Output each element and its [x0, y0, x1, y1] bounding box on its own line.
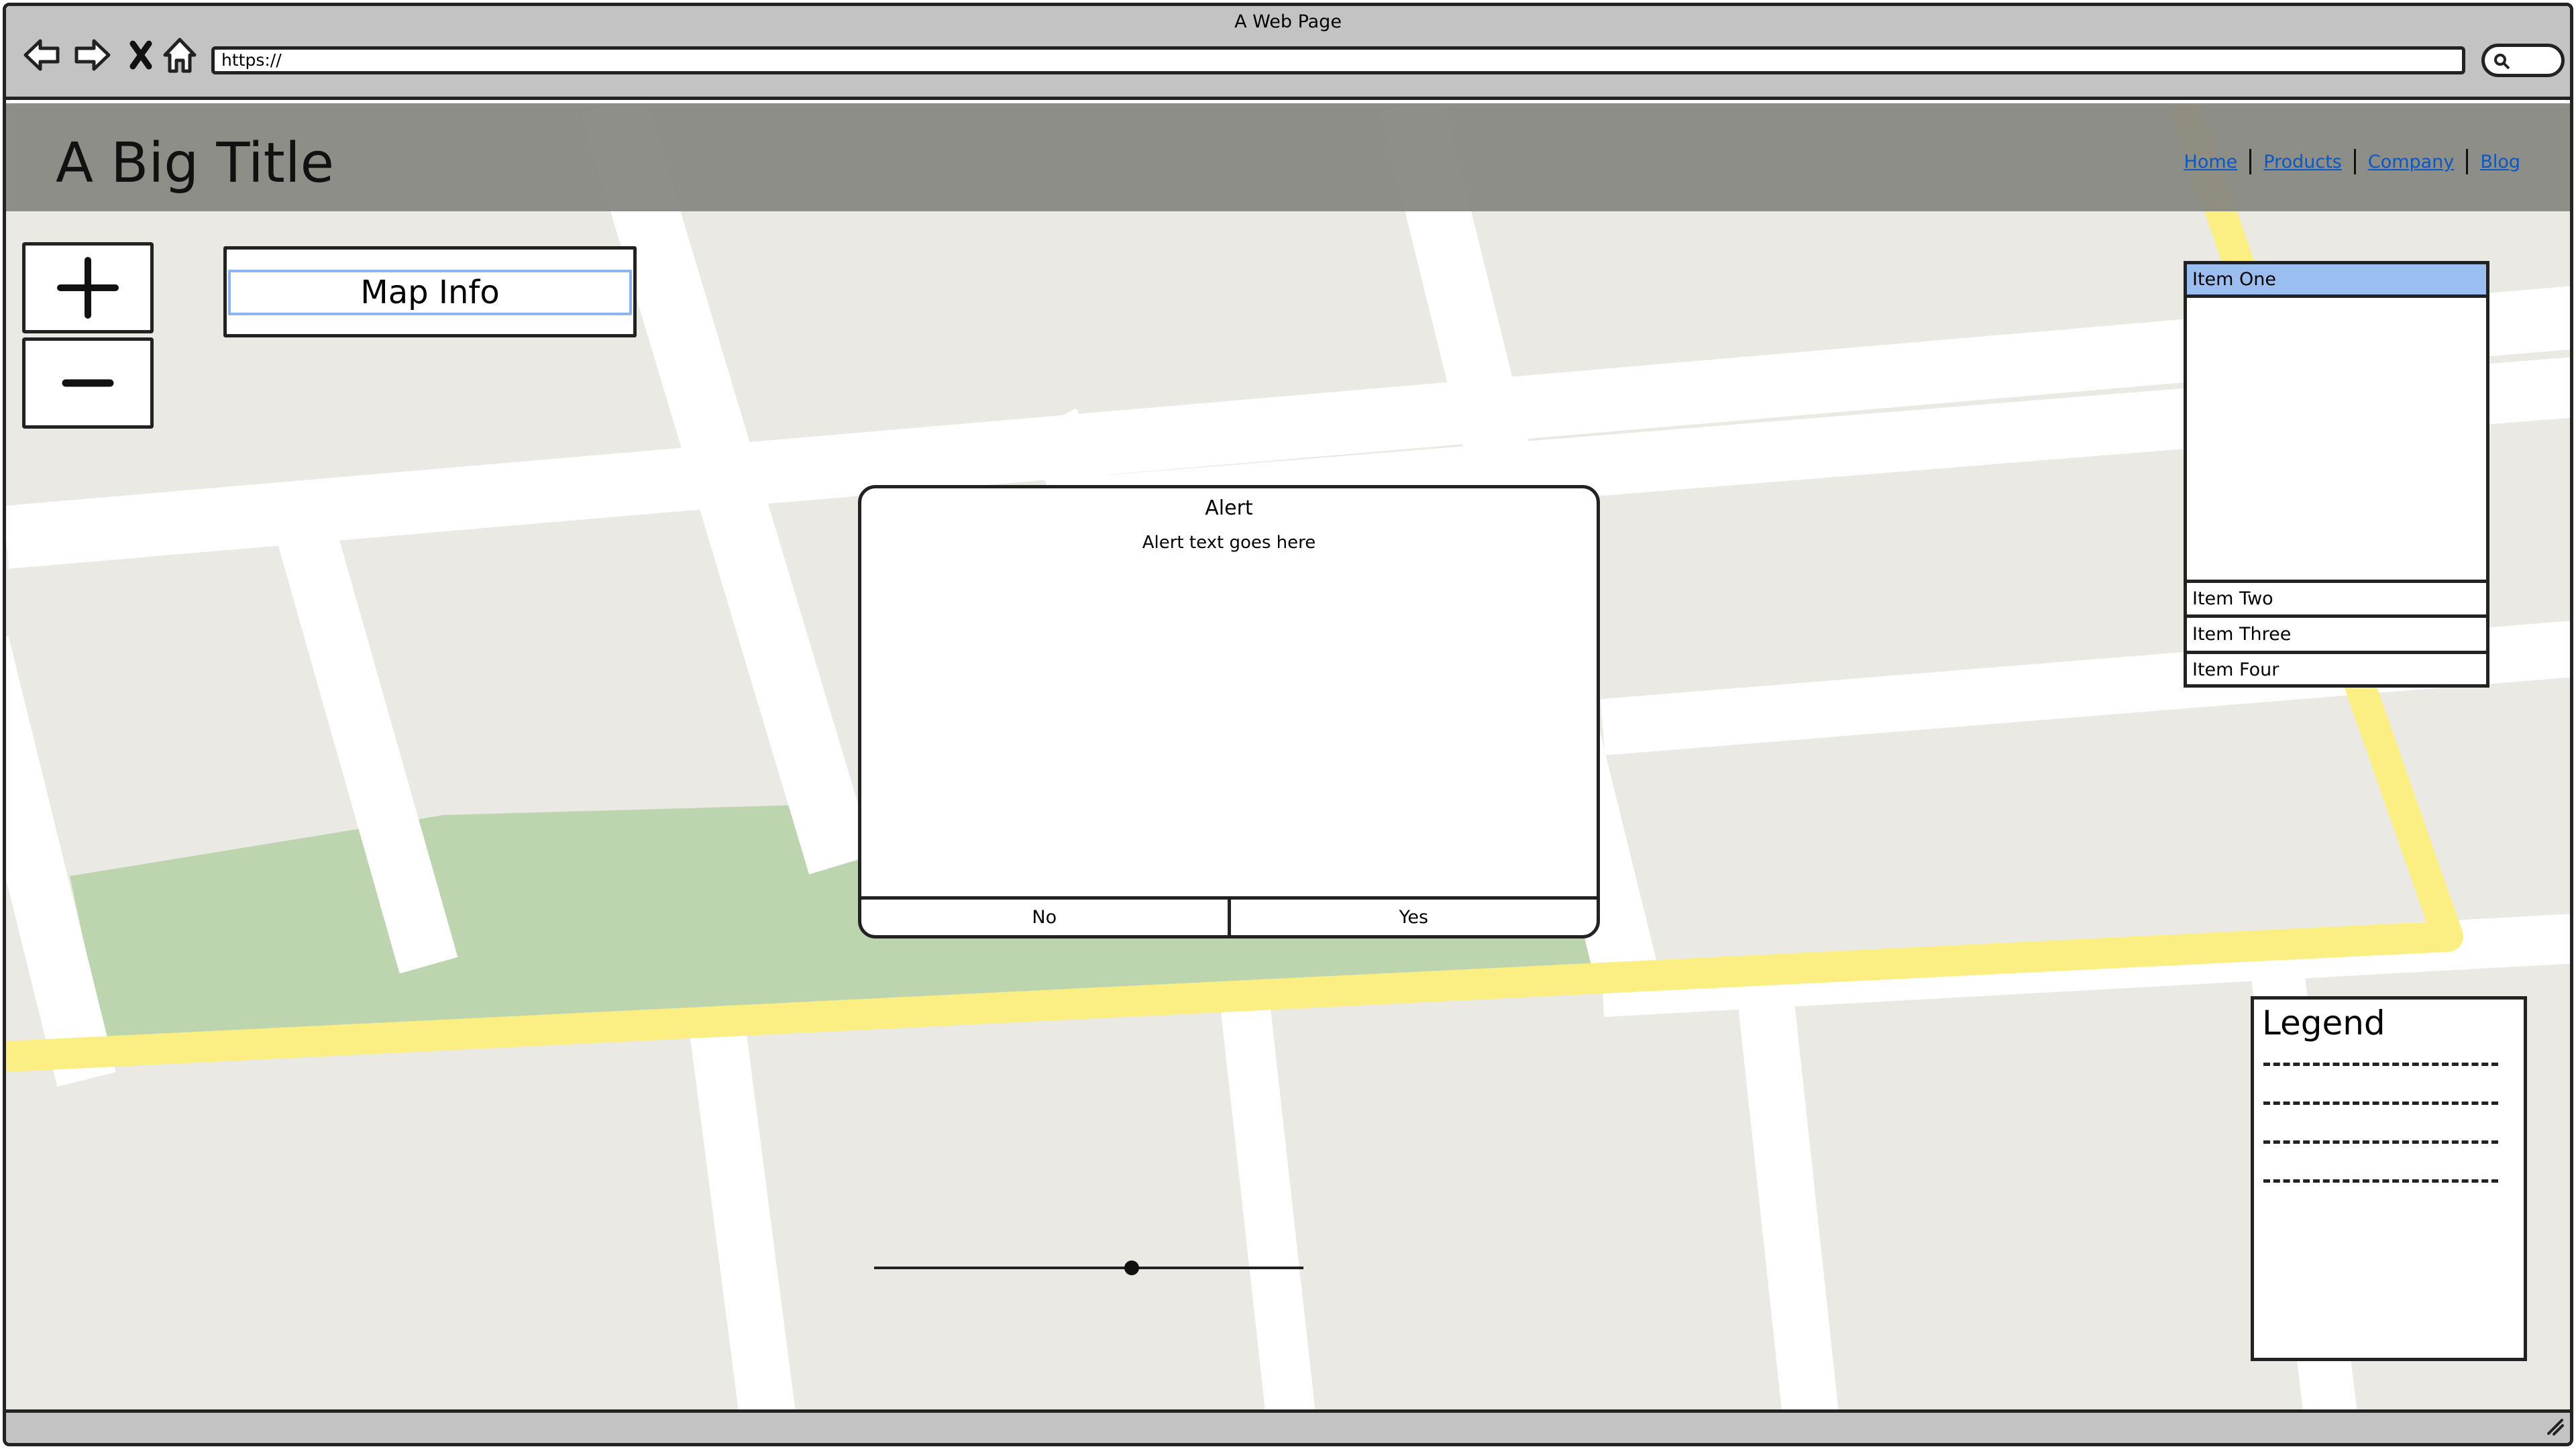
list-item[interactable]: Item Four [2187, 651, 2486, 686]
address-bar[interactable]: https:// [211, 46, 2465, 74]
nav-link-home[interactable]: Home [2172, 152, 2250, 172]
map-slider[interactable] [874, 1258, 1303, 1278]
browser-toolbar: A Web Page https:// [6, 6, 2570, 100]
legend-entry-line [2263, 1179, 2498, 1183]
no-button[interactable]: No [861, 900, 1228, 935]
resize-grip-icon[interactable] [2544, 1416, 2565, 1439]
nav-link-blog[interactable]: Blog [2468, 152, 2532, 172]
page-title: A Big Title [56, 131, 335, 195]
legend-entry-line [2263, 1063, 2498, 1066]
zoom-in-button[interactable] [22, 242, 154, 333]
alert-message: Alert text goes here [1142, 533, 1316, 553]
status-bar [6, 1409, 2570, 1443]
browser-window: A Web Page https:// A Big Title Home Pro… [3, 3, 2573, 1446]
site-header: A Big Title Home Products Company Blog [6, 103, 2570, 211]
browser-search-field[interactable] [2481, 44, 2565, 77]
site-nav: Home Products Company Blog [2172, 149, 2532, 174]
home-icon[interactable] [159, 34, 201, 76]
window-title: A Web Page [1234, 11, 1342, 32]
legend-title: Legend [2262, 1004, 2385, 1042]
minus-icon [62, 379, 114, 387]
plus-icon [57, 257, 119, 319]
item-list: Item One Item Two Item Three Item Four [2184, 261, 2489, 688]
map-legend: Legend [2251, 996, 2527, 1361]
list-item-selected[interactable]: Item One [2187, 264, 2486, 298]
back-arrow-icon[interactable] [21, 34, 62, 76]
map-info-field[interactable]: Map Info [228, 270, 632, 315]
yes-button[interactable]: Yes [1231, 900, 1597, 935]
legend-entry-line [2263, 1140, 2498, 1144]
slider-track[interactable] [874, 1267, 1303, 1269]
legend-entry-line [2263, 1102, 2498, 1105]
slider-thumb[interactable] [1124, 1260, 1139, 1275]
nav-link-company[interactable]: Company [2356, 152, 2466, 172]
list-item[interactable]: Item Three [2187, 614, 2486, 651]
list-item[interactable]: Item Two [2187, 580, 2486, 614]
map-info-panel: Map Info [223, 246, 637, 337]
alert-dialog: Alert Alert text goes here No Yes [858, 485, 1600, 938]
close-x-icon[interactable] [120, 34, 162, 76]
nav-link-products[interactable]: Products [2251, 152, 2354, 172]
alert-button-row: No Yes [861, 896, 1597, 935]
search-icon [2494, 54, 2510, 70]
forward-arrow-icon[interactable] [72, 34, 113, 76]
alert-title: Alert [1205, 496, 1253, 520]
zoom-out-button[interactable] [22, 337, 154, 429]
